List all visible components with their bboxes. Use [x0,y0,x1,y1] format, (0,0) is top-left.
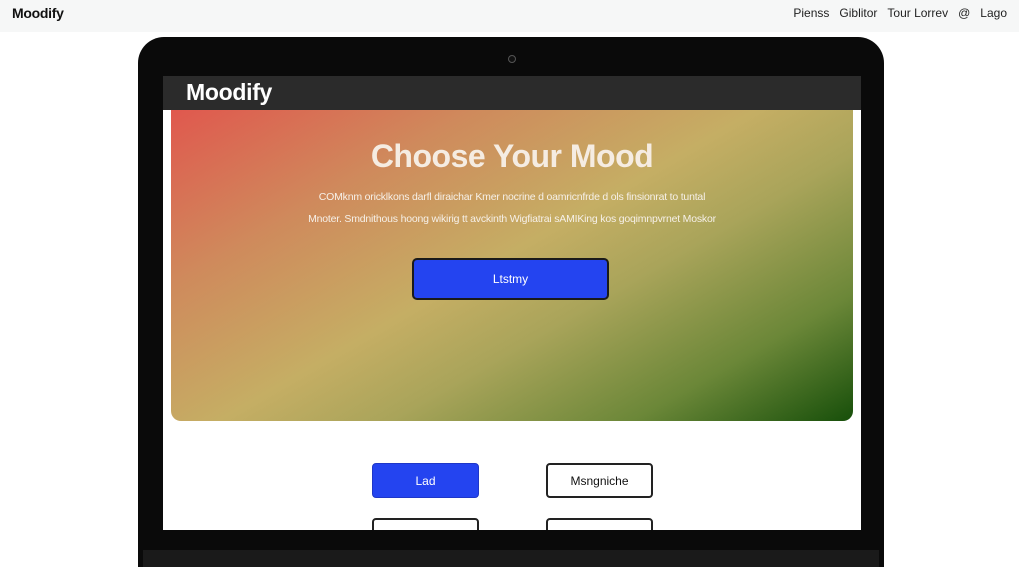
mood-option-secondary-button[interactable]: Msngniche [546,463,653,498]
mood-option-third-button[interactable] [372,518,479,530]
webcam-icon [508,55,516,63]
top-nav-bar: Moodify Pienss Giblitor Tour Lorrev @ La… [0,0,1019,32]
app-header: Moodify [163,76,861,110]
top-nav-links: Pienss Giblitor Tour Lorrev @ Lago [793,6,1007,20]
mood-option-primary-button[interactable]: Lad [372,463,479,498]
hero-cta-button[interactable]: Ltstmy [412,258,609,300]
hero-title: Choose Your Mood [370,138,654,174]
nav-link-4[interactable]: Lago [980,6,1007,20]
app-title[interactable]: Moodify [186,79,272,106]
nav-link-2[interactable]: Giblitor [839,6,877,20]
laptop-screen: Moodify Choose Your Mood COMknm oricklko… [163,76,861,530]
nav-link-1[interactable]: Pienss [793,6,829,20]
hero-banner: Choose Your Mood COMknm oricklkons darfl… [171,110,853,421]
laptop-bottom-bezel [143,550,879,567]
site-logo[interactable]: Moodify [12,5,64,21]
mood-option-fourth-button[interactable] [546,518,653,530]
at-icon[interactable]: @ [958,6,970,20]
hero-description-line-2: Mnoter. Smdnithous hoong wikirig tt avck… [308,213,716,225]
nav-link-3[interactable]: Tour Lorrev [887,6,948,20]
hero-description-line-1: COMknm oricklkons darfl diraichar Kmer n… [318,191,706,203]
